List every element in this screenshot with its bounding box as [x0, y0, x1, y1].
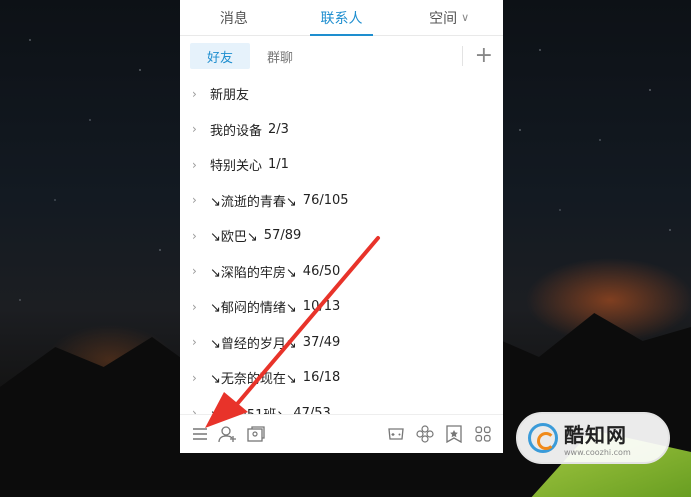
chevron-down-icon: ∨	[461, 11, 470, 24]
group-name: ↘高中51班↘	[210, 404, 287, 414]
watermark-url: www.coozhi.com	[564, 448, 631, 457]
group-item[interactable]: › ↘深陷的牢房↘ 46/50	[180, 254, 503, 290]
apps-grid-icon[interactable]	[473, 424, 493, 444]
group-count: 76/105	[302, 192, 349, 208]
tab-space[interactable]: 空间 ∨	[395, 0, 503, 35]
watermark-title: 酷知网	[564, 423, 627, 447]
flower-icon[interactable]	[415, 424, 435, 444]
group-item[interactable]: › ↘流逝的青春↘ 76/105	[180, 183, 503, 219]
group-count: 57/89	[263, 228, 302, 244]
chevron-right-icon: ›	[192, 335, 197, 350]
tab-contacts[interactable]: 联系人	[288, 0, 396, 36]
subtab-friends-label: 好友	[207, 50, 234, 66]
group-name: ↘曾经的岁月↘	[210, 336, 297, 352]
group-name: ↘流逝的青春↘	[210, 194, 297, 210]
tab-contacts-label: 联系人	[320, 10, 363, 27]
group-item[interactable]: › 新朋友	[180, 76, 503, 112]
group-count: 47/53	[293, 405, 331, 414]
group-count: 37/49	[302, 334, 341, 350]
top-tab-bar: 消息 联系人 空间 ∨	[180, 0, 503, 36]
divider	[461, 46, 463, 66]
tab-messages[interactable]: 消息	[180, 0, 288, 35]
group-count: 1/1	[268, 157, 289, 173]
chevron-right-icon: ›	[192, 193, 197, 208]
subtab-groups[interactable]: 群聊	[250, 43, 310, 69]
tab-messages-label: 消息	[219, 10, 248, 27]
group-item[interactable]: › 我的设备 2/3	[180, 112, 503, 148]
watermark-logo: 酷知网 www.coozhi.com	[516, 412, 670, 464]
chevron-right-icon: ›	[192, 264, 197, 279]
add-button[interactable]: +	[475, 45, 493, 67]
group-name: ↘深陷的牢房↘	[210, 265, 297, 281]
group-count: 16/18	[302, 370, 341, 386]
group-name: 新朋友	[210, 88, 250, 104]
group-item[interactable]: › ↘无奈的现在↘ 16/18	[180, 360, 503, 396]
group-item[interactable]: › 特别关心 1/1	[180, 147, 503, 183]
menu-icon[interactable]	[190, 424, 210, 444]
chevron-right-icon: ›	[192, 122, 197, 137]
group-name: 特别关心	[210, 159, 263, 175]
chevron-right-icon: ›	[192, 299, 197, 314]
tab-space-label: 空间	[429, 10, 458, 27]
group-count: 10/13	[302, 299, 341, 315]
contacts-panel: 消息 联系人 空间 ∨ 好友 群聊 + › 新朋友 › 我的设备 2/3 › 特…	[180, 0, 503, 453]
friend-group-list: › 新朋友 › 我的设备 2/3 › 特别关心 1/1 › ↘流逝的青春↘ 76…	[180, 76, 503, 414]
contact-manager-icon[interactable]	[246, 424, 266, 444]
bottom-toolbar	[180, 414, 503, 453]
group-item[interactable]: › ↘高中51班↘ 47/53	[180, 396, 503, 414]
sub-tab-bar: 好友 群聊 +	[180, 36, 503, 76]
subtab-friends[interactable]: 好友	[190, 43, 251, 69]
group-name: ↘欧巴↘	[210, 230, 258, 246]
game-icon[interactable]	[386, 424, 406, 444]
group-name: ↘无奈的现在↘	[210, 372, 297, 388]
subtab-groups-label: 群聊	[267, 50, 294, 66]
group-count: 2/3	[268, 121, 289, 137]
group-item[interactable]: › ↘郁闷的情绪↘ 10/13	[180, 289, 503, 325]
favorites-icon[interactable]	[444, 424, 464, 444]
chevron-right-icon: ›	[192, 86, 197, 101]
chevron-right-icon: ›	[192, 228, 197, 243]
group-name: 我的设备	[210, 123, 263, 139]
add-contact-icon[interactable]	[218, 424, 238, 444]
coozhi-logo-icon	[528, 423, 558, 453]
group-item[interactable]: › ↘曾经的岁月↘ 37/49	[180, 325, 503, 361]
chevron-right-icon: ›	[192, 157, 197, 172]
chevron-right-icon: ›	[192, 406, 197, 414]
group-name: ↘郁闷的情绪↘	[210, 301, 297, 317]
chevron-right-icon: ›	[192, 370, 197, 385]
group-item[interactable]: › ↘欧巴↘ 57/89	[180, 218, 503, 254]
group-count: 46/50	[302, 263, 341, 279]
